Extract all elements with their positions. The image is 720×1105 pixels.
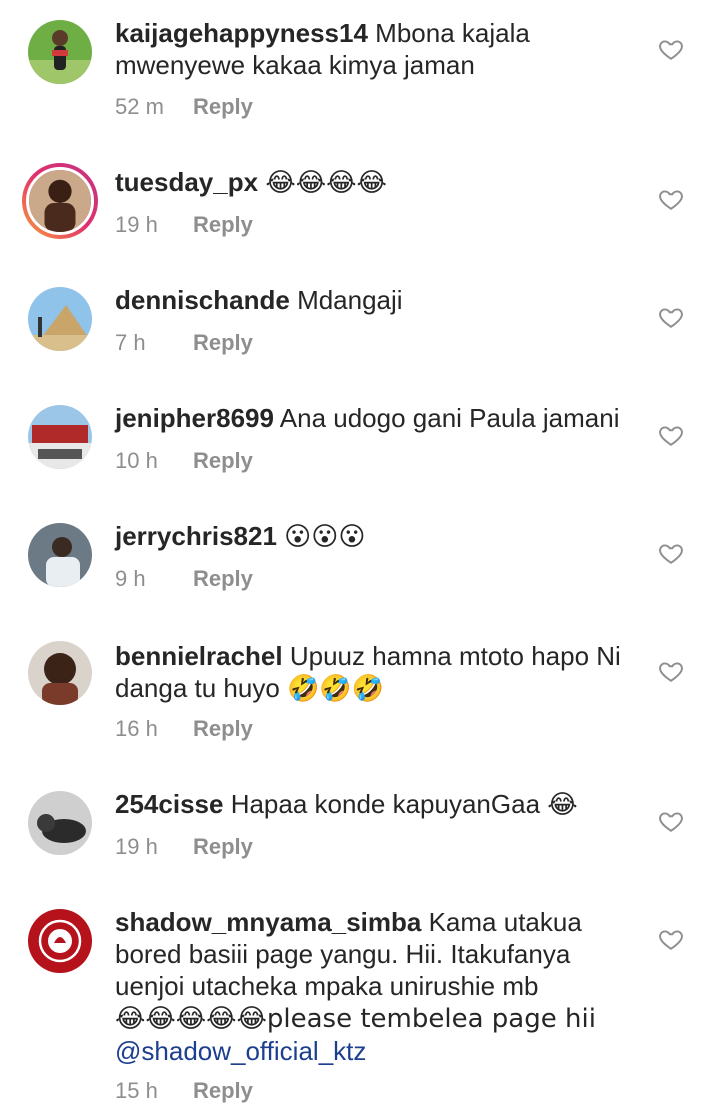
comment-body: Ana udogo gani Paula jamani (279, 403, 620, 433)
avatar-image (28, 909, 92, 973)
comment-username[interactable]: shadow_mnyama_simba (115, 907, 421, 937)
heart-outline-icon[interactable] (658, 186, 684, 212)
heart-outline-icon[interactable] (658, 658, 684, 684)
avatar-image (28, 523, 92, 587)
avatar[interactable] (22, 163, 98, 239)
comment-body: uenjoi utacheka mpaka unirushie mb (115, 971, 539, 1001)
comment-body: Hapaa konde kapuyanGaa 😂 (230, 789, 578, 819)
comment-meta: 9 h Reply (115, 565, 253, 593)
comment-body: mwenyewe kakaa kimya jaman (115, 50, 475, 80)
avatar-image (29, 170, 91, 232)
avatar[interactable] (28, 405, 92, 469)
avatar[interactable] (28, 909, 92, 973)
heart-outline-icon[interactable] (658, 36, 684, 62)
comment-meta: 10 h Reply (115, 447, 253, 475)
mention-link[interactable]: @shadow_official_ktz (115, 1036, 366, 1066)
comment-text: dennischande Mdangaji (115, 284, 640, 316)
avatar[interactable] (28, 287, 92, 351)
comment-timestamp: 7 h (115, 330, 146, 355)
heart-outline-icon[interactable] (658, 422, 684, 448)
comment-username[interactable]: tuesday_px (115, 167, 258, 197)
reply-button[interactable]: Reply (193, 448, 253, 473)
avatar[interactable] (28, 641, 92, 705)
comment-timestamp: 16 h (115, 716, 158, 741)
heart-outline-icon[interactable] (658, 808, 684, 834)
comment-username[interactable]: jerrychris821 (115, 521, 277, 551)
avatar[interactable] (28, 20, 92, 84)
avatar[interactable] (28, 791, 92, 855)
avatar-image (28, 641, 92, 705)
comment-timestamp: 19 h (115, 834, 158, 859)
comment-body: 😂😂😂😂😂please tembelea page hii (115, 1004, 596, 1034)
comment-body: danga tu huyo 🤣🤣🤣 (115, 673, 385, 703)
comment-body: Upuuz hamna mtoto hapo Ni (289, 641, 621, 671)
comment-username[interactable]: bennielrachel (115, 641, 283, 671)
comments-list: kaijagehappyness14 Mbona kajala mwenyewe… (0, 0, 720, 1103)
comment-username[interactable]: jenipher8699 (115, 403, 274, 433)
reply-button[interactable]: Reply (193, 834, 253, 859)
comment-timestamp: 9 h (115, 566, 146, 591)
reply-button[interactable]: Reply (193, 212, 253, 237)
comment-meta: 19 h Reply (115, 833, 253, 861)
comment-text: jerrychris821 😮😮😮 (115, 520, 640, 553)
comment-meta: 19 h Reply (115, 211, 253, 239)
avatar-image (28, 405, 92, 469)
comment-text: tuesday_px 😂😂😂😂 (115, 166, 640, 199)
comment-meta: 52 m Reply (115, 93, 253, 121)
comment-body: Mdangaji (297, 285, 403, 315)
comment-body: Mbona kajala (375, 18, 530, 48)
comment-meta: 7 h Reply (115, 329, 253, 357)
comment-body: Kama utakua (428, 907, 582, 937)
heart-outline-icon[interactable] (658, 540, 684, 566)
avatar-image (28, 20, 92, 84)
reply-button[interactable]: Reply (193, 716, 253, 741)
comment-timestamp: 10 h (115, 448, 158, 473)
heart-outline-icon[interactable] (658, 304, 684, 330)
comment-meta: 15 h Reply (115, 1077, 253, 1105)
heart-outline-icon[interactable] (658, 926, 684, 952)
comment-body: 😂😂😂😂 (265, 168, 387, 198)
comment-timestamp: 15 h (115, 1078, 158, 1103)
comment-text: 254cisse Hapaa konde kapuyanGaa 😂 (115, 788, 640, 820)
comment-username[interactable]: dennischande (115, 285, 290, 315)
comment-text: bennielrachel Upuuz hamna mtoto hapo Ni … (115, 640, 640, 704)
comment-username[interactable]: kaijagehappyness14 (115, 18, 368, 48)
avatar-image (28, 287, 92, 351)
reply-button[interactable]: Reply (193, 566, 253, 591)
comment-timestamp: 19 h (115, 212, 158, 237)
comment-text: kaijagehappyness14 Mbona kajala mwenyewe… (115, 17, 640, 81)
avatar[interactable] (28, 523, 92, 587)
reply-button[interactable]: Reply (193, 1078, 253, 1103)
comment-username[interactable]: 254cisse (115, 789, 223, 819)
comment-timestamp: 52 m (115, 94, 164, 119)
comment-text: shadow_mnyama_simba Kama utakua bored ba… (115, 906, 640, 1067)
avatar-image (28, 791, 92, 855)
comment-body: bored basiii page yangu. Hii. Itakufanya (115, 939, 571, 969)
comment-text: jenipher8699 Ana udogo gani Paula jamani (115, 402, 640, 434)
comment-meta: 16 h Reply (115, 715, 253, 743)
reply-button[interactable]: Reply (193, 330, 253, 355)
comment-body: 😮😮😮 (284, 522, 366, 552)
reply-button[interactable]: Reply (193, 94, 253, 119)
